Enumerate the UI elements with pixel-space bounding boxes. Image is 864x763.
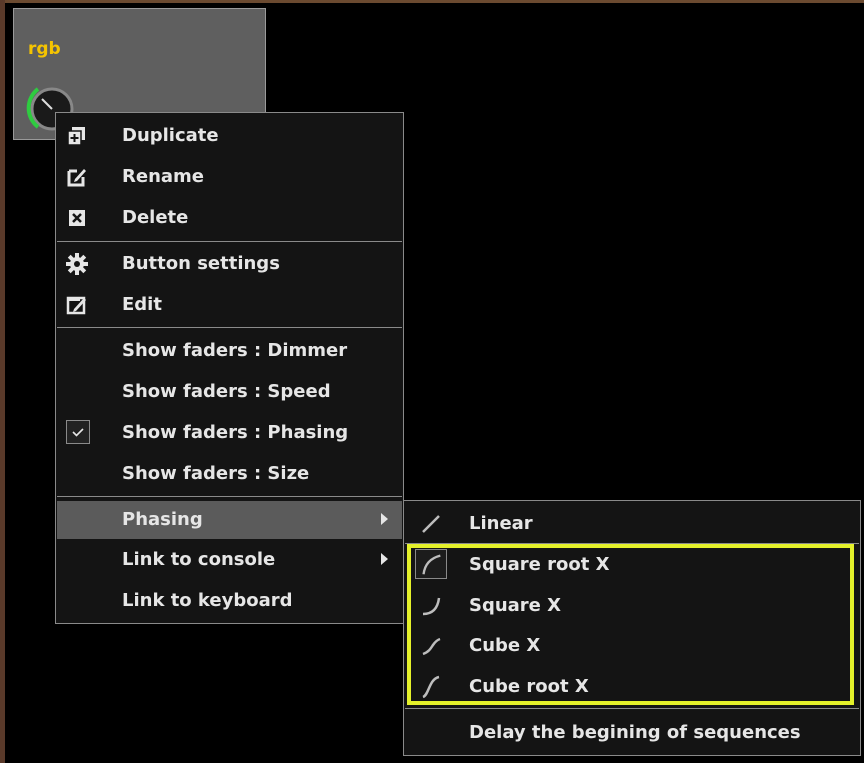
phasing-submenu: Linear Square root X Square X Cube X Cub… [403, 500, 861, 756]
window-top-border [0, 0, 864, 3]
menu-item-link-to-keyboard[interactable]: Link to keyboard [57, 582, 402, 620]
submenu-arrow-icon [381, 513, 388, 525]
submenu-item-label: Square root X [469, 554, 610, 575]
gear-icon [66, 253, 88, 275]
menu-separator [57, 241, 402, 242]
menu-item-label: Button settings [122, 253, 280, 274]
menu-item-label: Edit [122, 294, 162, 315]
submenu-item-delay-begining[interactable]: Delay the begining of sequences [405, 713, 859, 751]
menu-separator [405, 708, 859, 709]
menu-separator [57, 496, 402, 497]
submenu-arrow-icon [381, 553, 388, 565]
submenu-item-label: Cube X [469, 635, 541, 656]
submenu-item-linear[interactable]: Linear [405, 504, 859, 542]
menu-item-label: Show faders : Dimmer [122, 340, 348, 361]
menu-item-show-faders-dimmer[interactable]: Show faders : Dimmer [57, 332, 402, 370]
menu-item-label: Delete [122, 207, 189, 228]
window-left-border [0, 0, 5, 763]
menu-item-label: Show faders : Phasing [122, 422, 349, 443]
tile-label: rgb [28, 39, 61, 59]
menu-separator [405, 543, 859, 544]
menu-item-phasing[interactable]: Phasing [57, 501, 402, 539]
menu-item-show-faders-size[interactable]: Show faders : Size [57, 455, 402, 493]
menu-item-edit[interactable]: Edit [57, 286, 402, 324]
context-menu: Duplicate Rename Delete Button settings … [55, 112, 404, 624]
checkmark-icon [72, 428, 84, 437]
submenu-item-label: Square X [469, 595, 562, 616]
submenu-item-cube-x[interactable]: Cube X [405, 626, 859, 664]
submenu-item-label: Cube root X [469, 676, 589, 697]
cube-root-curve-icon [422, 675, 440, 699]
menu-item-show-faders-speed[interactable]: Show faders : Speed [57, 373, 402, 411]
linear-curve-icon [422, 515, 440, 533]
menu-item-label: Duplicate [122, 125, 219, 146]
menu-separator [57, 327, 402, 328]
rename-icon [67, 169, 86, 187]
submenu-item-label: Delay the begining of sequences [469, 722, 801, 743]
menu-item-delete[interactable]: Delete [57, 199, 402, 237]
delete-icon [69, 210, 85, 226]
menu-item-rename[interactable]: Rename [57, 158, 402, 196]
menu-item-label: Link to keyboard [122, 590, 293, 611]
menu-item-duplicate[interactable]: Duplicate [57, 117, 402, 155]
menu-item-button-settings[interactable]: Button settings [57, 245, 402, 283]
submenu-item-square-x[interactable]: Square X [405, 586, 859, 624]
square-root-curve-icon [415, 549, 447, 579]
menu-item-label: Rename [122, 166, 204, 187]
menu-item-label: Show faders : Speed [122, 381, 331, 402]
menu-item-show-faders-phasing[interactable]: Show faders : Phasing [57, 414, 402, 452]
cube-curve-icon [422, 637, 441, 656]
menu-item-label: Phasing [122, 509, 203, 530]
menu-item-link-to-console[interactable]: Link to console [57, 541, 402, 579]
submenu-item-cube-root-x[interactable]: Cube root X [405, 667, 859, 705]
duplicate-icon [67, 127, 85, 146]
edit-icon [66, 296, 86, 315]
menu-item-label: Link to console [122, 549, 276, 570]
submenu-item-label: Linear [469, 513, 533, 534]
square-curve-icon [422, 597, 441, 616]
menu-item-label: Show faders : Size [122, 463, 310, 484]
submenu-item-square-root-x[interactable]: Square root X [405, 545, 859, 583]
checkbox[interactable] [66, 420, 90, 444]
